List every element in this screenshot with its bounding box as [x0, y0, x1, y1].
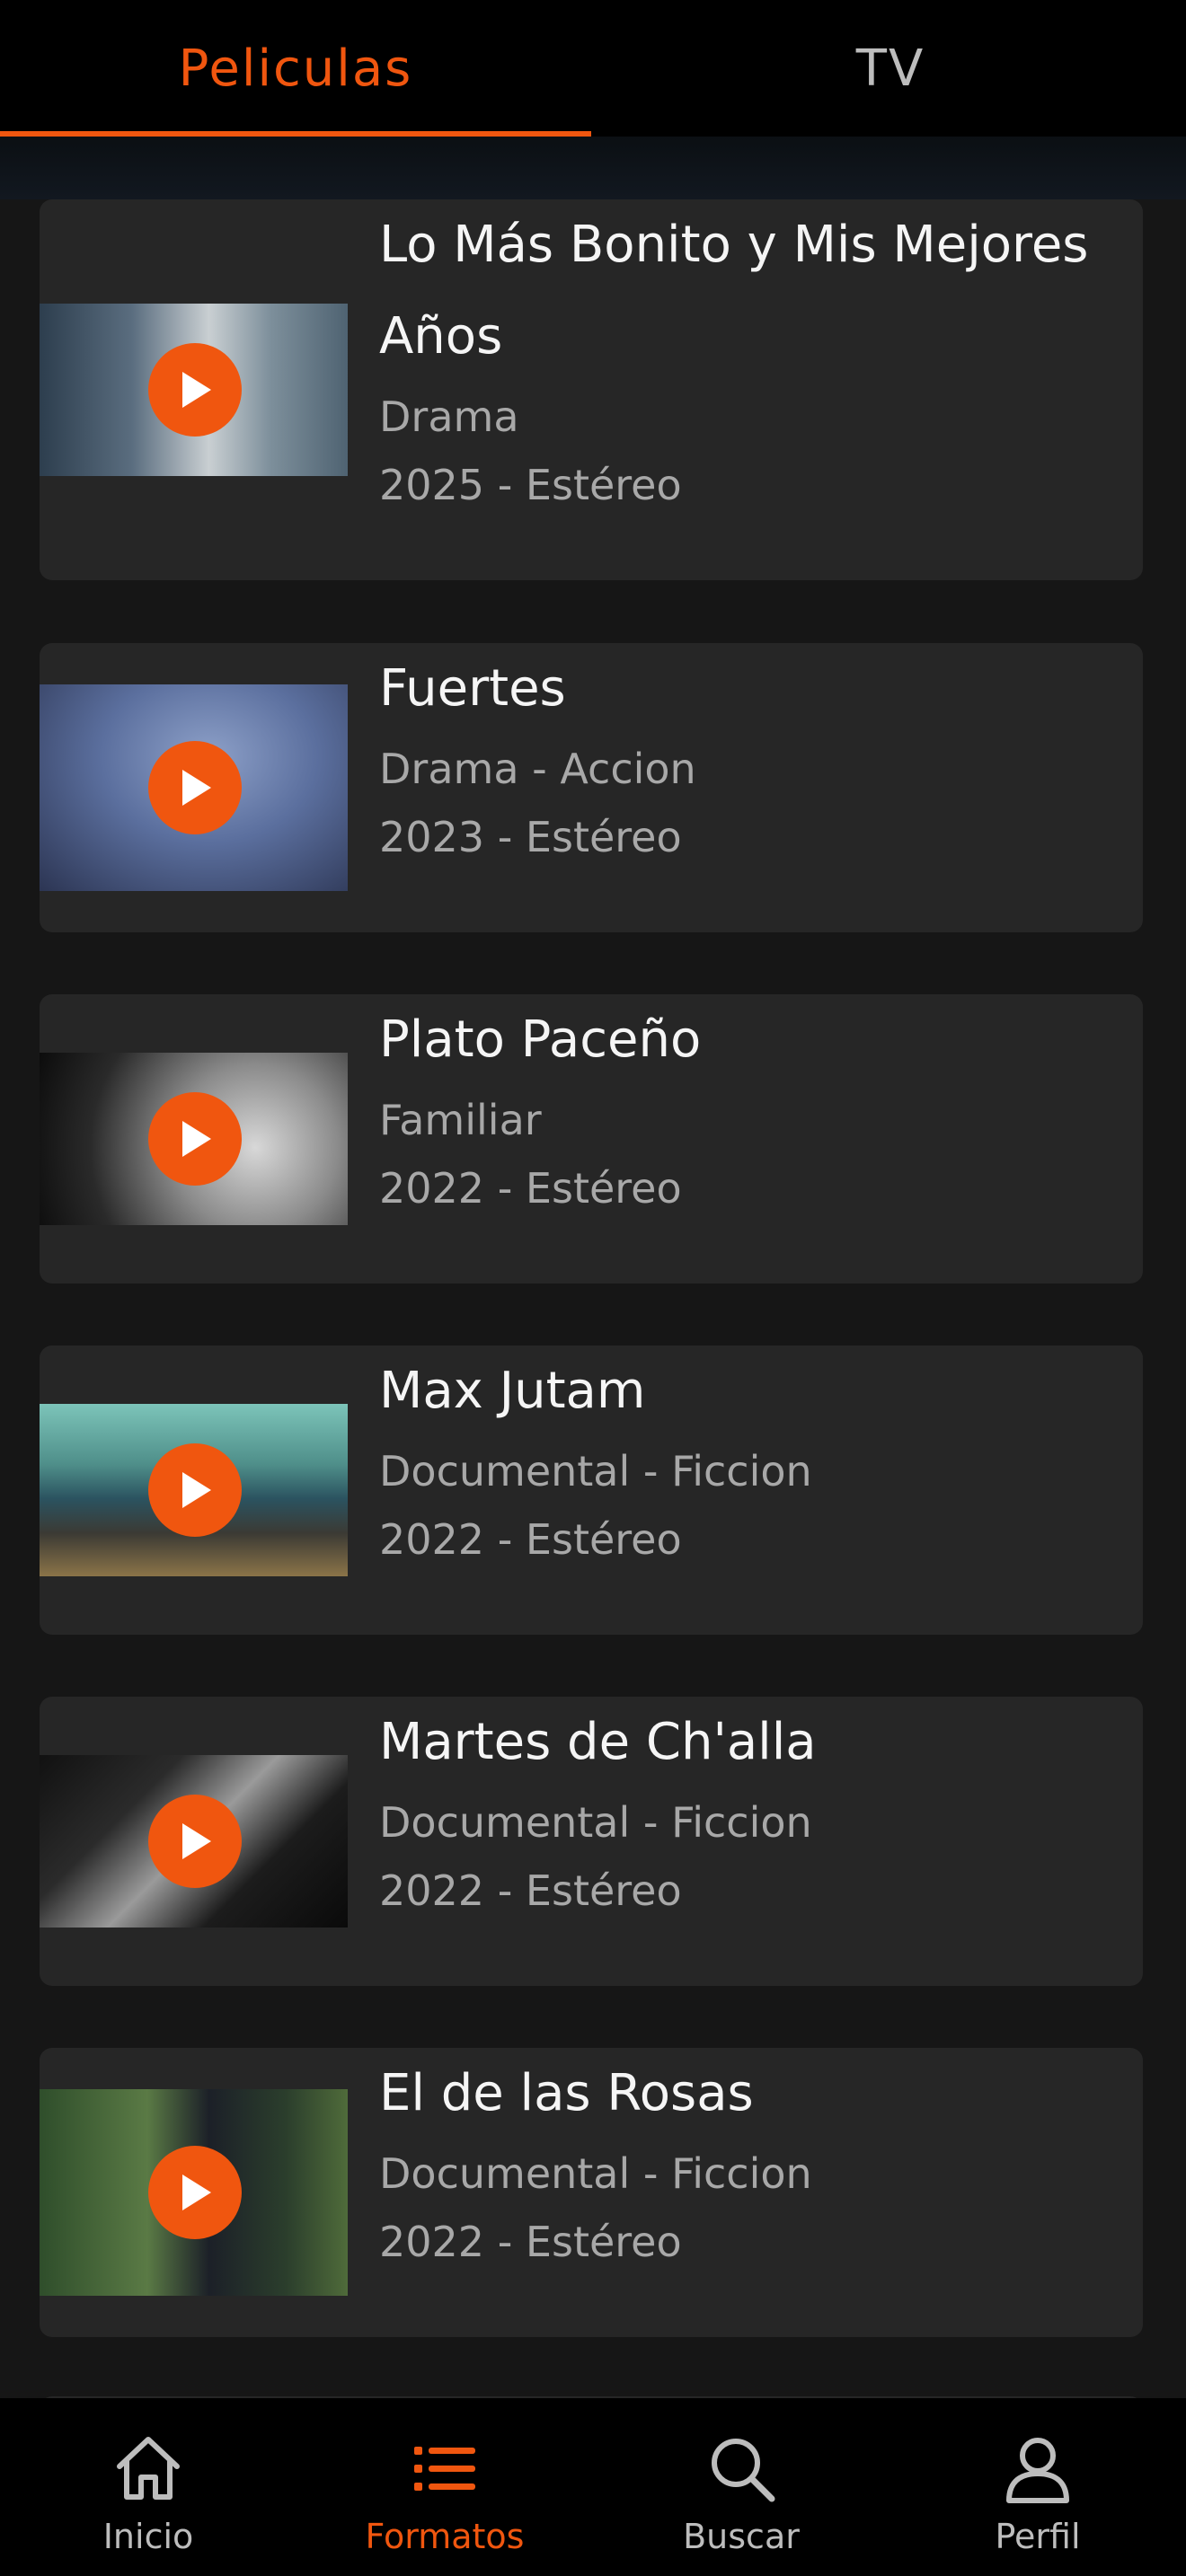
movie-genre: Documental - Ficcion	[379, 2149, 812, 2198]
nav-label: Formatos	[365, 2517, 525, 2556]
movie-info: Plato Paceño Familiar 2022 - Estéreo	[379, 994, 1116, 1222]
nav-item-buscar[interactable]: Buscar	[593, 2398, 890, 2576]
movie-card[interactable]: Lo Más Bonito y Mis Mejores Años Drama 2…	[40, 199, 1143, 580]
movie-title: El de las Rosas	[379, 2064, 754, 2122]
header-backdrop	[0, 137, 1186, 199]
play-button[interactable]	[148, 1795, 242, 1888]
play-button[interactable]	[148, 741, 242, 834]
tab-peliculas[interactable]: Peliculas	[0, 0, 591, 137]
app-screen: Peliculas TV Lo Más Bonito y Mis Mejores…	[0, 0, 1186, 2576]
movie-year-audio: 2025 - Estéreo	[379, 461, 682, 509]
nav-label: Buscar	[683, 2517, 800, 2556]
bottom-nav-bar: Inicio Formatos Buscar Perfil	[0, 2398, 1186, 2576]
movie-card[interactable]: Martes de Ch'alla Documental - Ficcion 2…	[40, 1697, 1143, 1986]
play-icon	[182, 372, 211, 408]
play-button[interactable]	[148, 2146, 242, 2239]
top-tab-bar: Peliculas TV	[0, 0, 1186, 199]
movie-info: Martes de Ch'alla Documental - Ficcion 2…	[379, 1697, 1116, 1925]
home-icon	[117, 2437, 180, 2500]
movie-genre: Familiar	[379, 1096, 542, 1144]
play-icon	[182, 1121, 211, 1157]
movie-thumbnail	[40, 2089, 348, 2296]
play-button[interactable]	[148, 1443, 242, 1537]
search-icon	[712, 2439, 775, 2502]
tab-tv[interactable]: TV	[595, 0, 1186, 137]
movie-title: Plato Paceño	[379, 1010, 702, 1069]
movie-card[interactable]: Max Jutam Documental - Ficcion 2022 - Es…	[40, 1345, 1143, 1635]
movie-title: Max Jutam	[379, 1362, 646, 1420]
movie-thumbnail	[40, 1053, 348, 1225]
movie-thumbnail	[40, 304, 348, 476]
movie-year-audio: 2022 - Estéreo	[379, 1866, 682, 1915]
nav-label: Perfil	[995, 2517, 1081, 2556]
nav-item-perfil[interactable]: Perfil	[890, 2398, 1186, 2576]
movie-thumbnail	[40, 1755, 348, 1928]
movie-card[interactable]: Plato Paceño Familiar 2022 - Estéreo	[40, 994, 1143, 1284]
movie-title: Fuertes	[379, 659, 566, 718]
movie-year-audio: 2022 - Estéreo	[379, 1164, 682, 1213]
play-icon	[182, 1472, 211, 1508]
movie-card[interactable]: Fuertes Drama - Accion 2023 - Estéreo	[40, 643, 1143, 932]
movie-title: Lo Más Bonito y Mis Mejores Años	[379, 216, 1089, 366]
list-icon	[414, 2447, 475, 2491]
movie-genre: Drama	[379, 393, 519, 441]
nav-label: Inicio	[102, 2517, 194, 2556]
movie-year-audio: 2022 - Estéreo	[379, 2218, 682, 2266]
movie-title: Martes de Ch'alla	[379, 1713, 817, 1771]
movie-info: Max Jutam Documental - Ficcion 2022 - Es…	[379, 1345, 1116, 1574]
movie-info: El de las Rosas Documental - Ficcion 202…	[379, 2048, 1116, 2276]
play-button[interactable]	[148, 1092, 242, 1186]
movie-thumbnail	[40, 1404, 348, 1576]
movie-info: Lo Más Bonito y Mis Mejores Años Drama 2…	[379, 199, 1116, 519]
play-icon	[182, 770, 211, 806]
play-button[interactable]	[148, 343, 242, 437]
nav-item-formatos[interactable]: Formatos	[296, 2398, 593, 2576]
play-icon	[182, 2175, 211, 2210]
play-icon	[182, 1823, 211, 1859]
nav-item-inicio[interactable]: Inicio	[0, 2398, 296, 2576]
movie-year-audio: 2023 - Estéreo	[379, 813, 682, 861]
movie-genre: Documental - Ficcion	[379, 1798, 812, 1847]
movie-card[interactable]: El de las Rosas Documental - Ficcion 202…	[40, 2048, 1143, 2337]
movie-info: Fuertes Drama - Accion 2023 - Estéreo	[379, 643, 1116, 871]
movie-thumbnail	[40, 684, 348, 891]
movie-year-audio: 2022 - Estéreo	[379, 1515, 682, 1564]
movie-genre: Documental - Ficcion	[379, 1447, 812, 1495]
movie-genre: Drama - Accion	[379, 745, 696, 793]
user-icon	[1006, 2438, 1069, 2503]
